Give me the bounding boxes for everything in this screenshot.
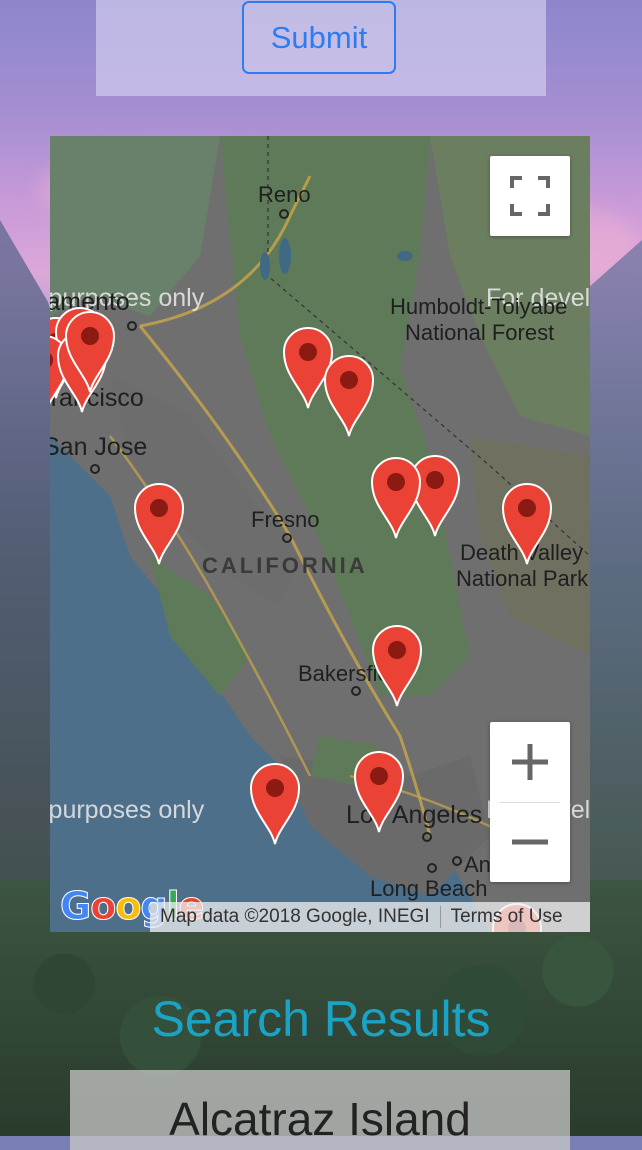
result-card[interactable]: Alcatraz Island [70,1070,570,1150]
map[interactable]: For development purposes only For develo… [50,136,590,932]
city-dot [452,856,462,866]
search-results-title: Search Results [151,991,491,1047]
map-marker[interactable] [62,308,118,394]
map-marker[interactable] [499,480,555,566]
minus-icon [512,839,548,845]
attribution-text: Map data ©2018 Google, INEGI [160,906,430,927]
map-marker[interactable] [321,352,377,438]
park-label-humboldt: National Forest [405,320,555,345]
map-marker[interactable] [369,622,425,708]
city-label-san-jose: San Jose [50,433,148,461]
city-dot [351,686,361,696]
map-marker[interactable] [351,748,407,834]
logo-letter: G [59,884,91,929]
park-label-humboldt: Humboldt-Toiyabe [390,294,568,319]
terms-of-use-link[interactable]: Terms of Use [441,906,573,928]
city-dot [90,464,100,474]
plus-icon [512,744,548,780]
map-pin-icon [370,457,422,539]
logo-letter: o [115,884,142,929]
logo-letter: o [90,884,117,929]
submit-button[interactable]: Submit [242,1,396,74]
map-marker[interactable] [368,454,424,540]
state-label-california: CALIFORNIA [202,553,368,578]
map-pin-icon [249,763,301,845]
city-label-reno: Reno [258,182,311,207]
map-pin-icon [133,483,185,565]
map-pin-icon [353,751,405,833]
city-dot [279,209,289,219]
fullscreen-button[interactable] [490,156,570,236]
map-pin-icon [371,625,423,707]
map-pin-icon [501,483,553,565]
city-label-fresno: Fresno [251,507,320,532]
map-attribution: Map data ©2018 Google, INEGI Terms of Us… [150,902,590,932]
park-label-death-valley: National Park [456,566,589,591]
zoom-out-button[interactable] [490,802,570,882]
watermark: For development purposes only [50,796,205,824]
map-pin-icon [323,355,375,437]
map-marker[interactable] [131,480,187,566]
city-dot [282,533,292,543]
city-label-long-beach: Long Beach [370,876,488,901]
zoom-controls [490,722,570,882]
city-dot [127,321,137,331]
map-marker[interactable] [247,760,303,846]
city-dot [422,832,432,842]
zoom-in-button[interactable] [490,722,570,802]
city-dot [427,863,437,873]
result-title: Alcatraz Island [169,1093,471,1145]
fullscreen-icon [510,176,550,216]
map-pin-icon [64,311,116,393]
